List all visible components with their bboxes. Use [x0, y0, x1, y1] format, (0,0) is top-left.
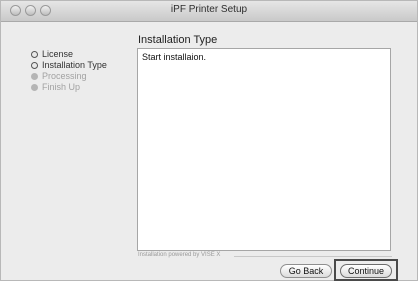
installer-window: iPF Printer Setup License Installation T… [0, 0, 418, 281]
footer-divider [234, 256, 392, 257]
step-label: Processing [42, 71, 87, 81]
content-pane[interactable]: Start installaion. [137, 48, 391, 251]
title-bar: iPF Printer Setup [1, 1, 417, 22]
page-title: Installation Type [138, 34, 218, 46]
powered-by-label: Installation powered by VISE X [138, 252, 221, 258]
step-installation-type: Installation Type [31, 60, 107, 71]
step-label: Installation Type [42, 60, 107, 70]
step-bullet-icon [31, 84, 38, 91]
continue-button[interactable]: Continue [340, 264, 392, 278]
step-license: License [31, 49, 107, 60]
installer-steps: License Installation Type Processing Fin… [31, 49, 107, 93]
step-bullet-icon [31, 51, 38, 58]
window-title: iPF Printer Setup [170, 4, 248, 15]
step-finish-up: Finish Up [31, 82, 107, 93]
step-bullet-icon [31, 62, 38, 69]
content-text: Start installaion. [142, 52, 207, 62]
step-label: License [42, 49, 74, 59]
go-back-button[interactable]: Go Back [280, 264, 332, 278]
step-label: Finish Up [42, 82, 81, 92]
step-bullet-icon [31, 73, 38, 80]
step-processing: Processing [31, 71, 107, 82]
